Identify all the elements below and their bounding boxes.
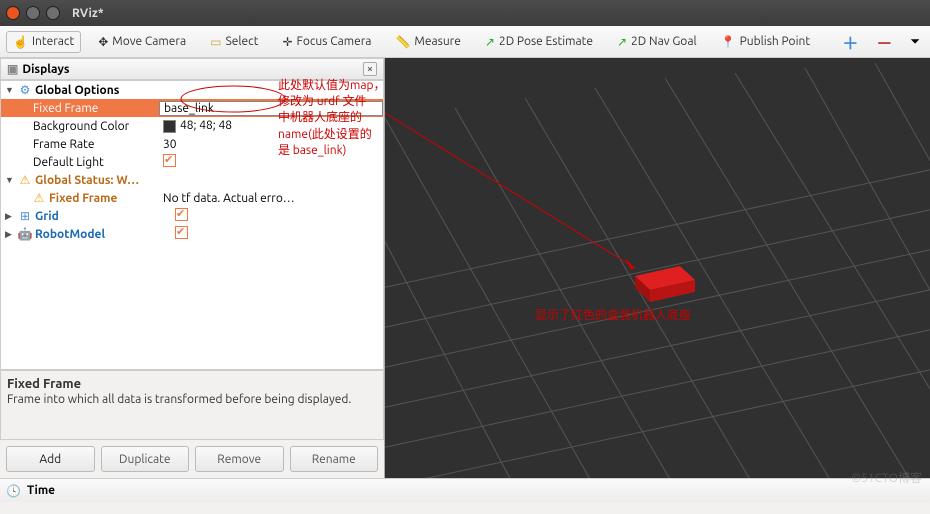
tool-focus-camera[interactable]: ✛ Focus Camera	[275, 31, 378, 53]
remove-button[interactable]: Remove	[195, 446, 284, 472]
item-label: Fixed Frame	[47, 192, 159, 205]
status-text: No tf data. Actual erro…	[159, 192, 383, 205]
tool-label: 2D Pose Estimate	[499, 35, 593, 48]
tool-move-camera[interactable]: ✥ Move Camera	[91, 31, 193, 53]
description-body: Frame into which all data is transformed…	[7, 393, 377, 406]
tree-item-fixed-frame-status[interactable]: ⚠ Fixed Frame No tf data. Actual erro…	[1, 189, 383, 207]
tool-label: Interact	[32, 35, 74, 48]
item-label: Grid	[33, 210, 171, 223]
measure-icon: 📏	[395, 35, 410, 49]
robotmodel-enabled[interactable]	[171, 226, 383, 242]
tool-label: Focus Camera	[297, 35, 372, 48]
main-toolbar: ☝ Interact ✥ Move Camera ▭ Select ✛ Focu…	[0, 26, 930, 58]
toolbar-menu-icon[interactable]: ⏷	[906, 35, 924, 49]
tool-label: Publish Point	[740, 35, 810, 48]
expand-icon[interactable]: ▶	[5, 211, 17, 222]
panel-buttons: Add Duplicate Remove Rename	[0, 440, 384, 478]
window-title: RViz*	[72, 7, 104, 20]
bg-color-value[interactable]: 48; 48; 48	[159, 119, 383, 132]
description-title: Fixed Frame	[7, 377, 377, 391]
tool-2d-pose-estimate[interactable]: ↗ 2D Pose Estimate	[478, 31, 600, 53]
left-panel: ▣ Displays × ▼ ⚙ Global Options Fixed Fr…	[0, 58, 385, 478]
tool-label: Measure	[414, 35, 460, 48]
pose-icon: ↗	[485, 35, 495, 49]
tool-publish-point[interactable]: 📍 Publish Point	[714, 31, 817, 53]
tree-item-robotmodel[interactable]: ▶ 🤖 RobotModel	[1, 225, 383, 243]
checkbox-icon[interactable]	[163, 154, 176, 167]
panel-close-icon[interactable]: ×	[363, 62, 377, 76]
checkbox-icon[interactable]	[175, 208, 188, 221]
focus-icon: ✛	[282, 35, 292, 49]
tool-label: 2D Nav Goal	[631, 35, 697, 48]
frame-rate-value[interactable]: 30	[159, 138, 383, 151]
item-label: Global Options	[33, 84, 183, 97]
move-camera-icon: ✥	[98, 35, 108, 49]
item-label: Background Color	[31, 120, 159, 133]
duplicate-button[interactable]: Duplicate	[101, 446, 190, 472]
displays-tree[interactable]: ▼ ⚙ Global Options Fixed Frame base_link…	[0, 80, 384, 370]
tool-2d-nav-goal[interactable]: ↗ 2D Nav Goal	[610, 31, 704, 53]
expand-icon[interactable]: ▼	[5, 85, 17, 95]
clock-icon: 🕓	[6, 484, 21, 498]
checkbox-icon[interactable]	[175, 226, 188, 239]
fixed-frame-input[interactable]: base_link	[159, 101, 383, 116]
displays-title: Displays	[22, 63, 69, 76]
tool-label: Select	[225, 35, 258, 48]
color-swatch	[163, 120, 176, 133]
watermark: ©51CTO博客	[851, 469, 922, 486]
tree-item-fixed-frame[interactable]: Fixed Frame base_link	[1, 99, 383, 117]
tree-item-frame-rate[interactable]: Frame Rate 30	[1, 135, 383, 153]
publish-icon: 📍	[721, 35, 736, 49]
pin-icon: ▣	[7, 62, 18, 76]
warning-icon: ⚠	[17, 173, 33, 187]
tree-item-default-light[interactable]: Default Light	[1, 153, 383, 171]
warning-icon: ⚠	[31, 191, 47, 205]
grid-plane	[385, 58, 930, 478]
tree-item-global-status[interactable]: ▼ ⚠ Global Status: W…	[1, 171, 383, 189]
item-label: Frame Rate	[31, 138, 159, 151]
tree-item-global-options[interactable]: ▼ ⚙ Global Options	[1, 81, 383, 99]
tool-label: Move Camera	[112, 35, 186, 48]
tree-item-bg-color[interactable]: Background Color 48; 48; 48	[1, 117, 383, 135]
select-icon: ▭	[210, 35, 221, 49]
default-light-value[interactable]	[159, 154, 383, 170]
grid-icon: ⊞	[17, 209, 33, 223]
expand-icon[interactable]: ▼	[5, 175, 17, 185]
displays-panel-header[interactable]: ▣ Displays ×	[0, 58, 384, 80]
description-box: Fixed Frame Frame into which all data is…	[0, 370, 384, 440]
rename-button[interactable]: Rename	[290, 446, 379, 472]
toolbar-remove-icon[interactable]: －	[872, 30, 896, 54]
item-label: Fixed Frame	[31, 102, 159, 115]
robot-icon: 🤖	[17, 227, 33, 241]
expand-icon[interactable]: ▶	[5, 229, 17, 240]
interact-icon: ☝	[13, 35, 28, 49]
bg-color-text: 48; 48; 48	[180, 119, 232, 132]
tool-interact[interactable]: ☝ Interact	[6, 31, 81, 53]
tool-measure[interactable]: 📏 Measure	[388, 31, 467, 53]
window-maximize-button[interactable]	[46, 6, 60, 20]
item-label: Global Status: W…	[33, 174, 183, 187]
add-button[interactable]: Add	[6, 446, 95, 472]
3d-viewport[interactable]: 显示了红色的盒装机器人底座	[385, 58, 930, 478]
time-panel[interactable]: 🕓 Time	[0, 478, 930, 502]
tree-item-grid[interactable]: ▶ ⊞ Grid	[1, 207, 383, 225]
window-close-button[interactable]	[6, 6, 20, 20]
item-label: Default Light	[31, 156, 159, 169]
main-area: ▣ Displays × ▼ ⚙ Global Options Fixed Fr…	[0, 58, 930, 478]
window-titlebar: RViz*	[0, 0, 930, 26]
window-minimize-button[interactable]	[26, 6, 40, 20]
item-label: RobotModel	[33, 228, 171, 241]
gear-icon: ⚙	[17, 83, 33, 97]
grid-enabled[interactable]	[171, 208, 383, 224]
nav-icon: ↗	[617, 35, 627, 49]
time-label: Time	[27, 484, 55, 497]
toolbar-add-icon[interactable]: ＋	[838, 30, 862, 54]
tool-select[interactable]: ▭ Select	[203, 31, 265, 53]
